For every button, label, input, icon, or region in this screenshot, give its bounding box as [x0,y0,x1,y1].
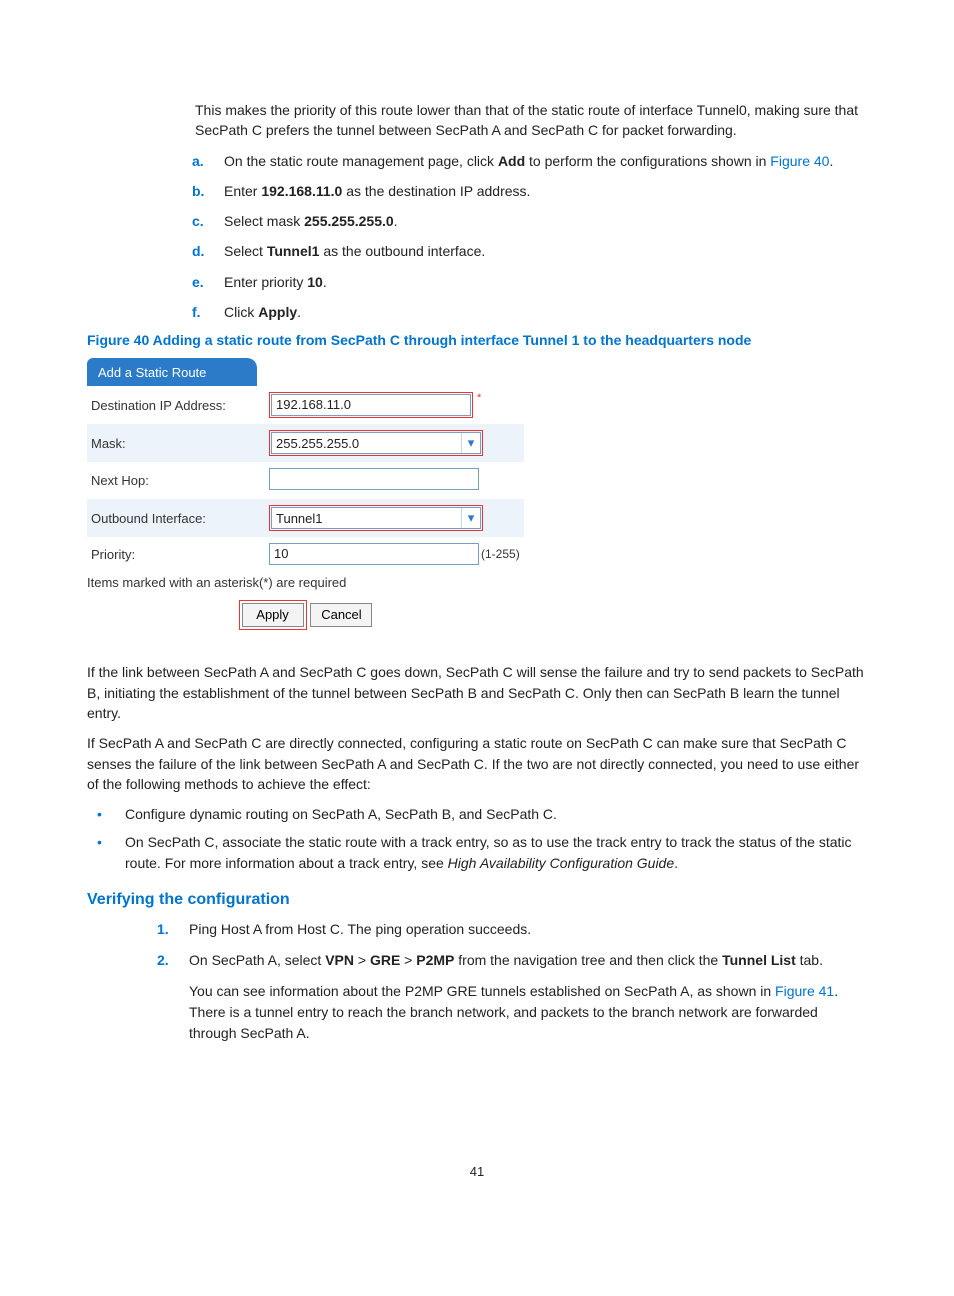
intro-paragraph: This makes the priority of this route lo… [195,100,867,141]
verify-1-text: Ping Host A from Host C. The ping operat… [189,921,531,937]
step-d-post: as the outbound interface. [319,243,485,259]
figure-41-link[interactable]: Figure 41 [775,983,834,999]
step-a-bold: Add [498,153,525,169]
step-d-bold: Tunnel1 [267,243,320,259]
verify-2-gre: GRE [370,952,400,968]
step-b-marker: b. [192,181,204,201]
mask-select[interactable]: 255.255.255.0 ▾ [271,432,481,454]
step-f-marker: f. [192,302,201,322]
chevron-down-icon: ▾ [461,433,480,453]
bullet-track-entry: On SecPath C, associate the static route… [97,832,867,873]
paragraph-link-down: If the link between SecPath A and SecPat… [87,662,867,723]
bullet-dynamic-routing: Configure dynamic routing on SecPath A, … [97,804,867,824]
verify-2-subpara: You can see information about the P2MP G… [189,981,867,1044]
form-screenshot: Add a Static Route Destination IP Addres… [87,358,524,630]
step-f-bold: Apply [258,304,297,320]
step-d-pre: Select [224,243,267,259]
step-c-bold: 255.255.255.0 [304,213,394,229]
verify-2-p2mp: P2MP [416,952,454,968]
chevron-down-icon: ▾ [461,508,480,528]
bullet2-post: . [674,855,678,871]
next-hop-input[interactable] [269,468,479,490]
figure-40-link[interactable]: Figure 40 [770,153,829,169]
verify-step-1: 1. Ping Host A from Host C. The ping ope… [157,919,867,940]
step-b-bold: 192.168.11.0 [261,183,342,199]
paragraph-direct-connect: If SecPath A and SecPath C are directly … [87,733,867,794]
verify-2-mid: from the navigation tree and then click … [454,952,722,968]
step-c: c. Select mask 255.255.255.0. [192,211,867,231]
destination-ip-input[interactable]: 192.168.11.0 [271,394,471,416]
label-next-hop: Next Hop: [87,462,265,499]
step-c-post: . [394,213,398,229]
label-outbound-interface: Outbound Interface: [87,499,265,537]
outbound-interface-select[interactable]: Tunnel1 ▾ [271,507,481,529]
step-f-post: . [297,304,301,320]
step-b: b. Enter 192.168.11.0 as the destination… [192,181,867,201]
verify-1-marker: 1. [157,919,169,940]
mask-value: 255.255.255.0 [276,436,359,451]
step-c-pre: Select mask [224,213,304,229]
step-c-marker: c. [192,211,204,231]
step-e-marker: e. [192,272,204,292]
label-priority: Priority: [87,537,265,571]
verify-2-tunnel: Tunnel List [722,952,796,968]
tab-add-static-route[interactable]: Add a Static Route [87,358,257,386]
verify-2-pre: On SecPath A, select [189,952,325,968]
apply-button[interactable]: Apply [242,603,304,627]
verify-2-post: tab. [796,952,823,968]
step-e: e. Enter priority 10. [192,272,867,292]
step-d: d. Select Tunnel1 as the outbound interf… [192,241,867,261]
verify-2-vpn: VPN [325,952,354,968]
step-a-end: . [829,153,833,169]
verify-step-2: 2. On SecPath A, select VPN > GRE > P2MP… [157,950,867,971]
verify-2-marker: 2. [157,950,169,971]
verify-steps: 1. Ping Host A from Host C. The ping ope… [157,919,867,971]
step-a: a. On the static route management page, … [192,151,867,171]
step-e-pre: Enter priority [224,274,307,290]
step-f: f. Click Apply. [192,302,867,322]
figure-caption: Figure 40 Adding a static route from Sec… [87,332,867,348]
cancel-button[interactable]: Cancel [310,603,372,627]
verify-heading: Verifying the configuration [87,891,867,909]
page-number: 41 [87,1164,867,1179]
bullet-list: Configure dynamic routing on SecPath A, … [97,804,867,873]
step-d-marker: d. [192,241,204,261]
step-a-pre: On the static route management page, cli… [224,153,498,169]
step-b-post: as the destination IP address. [342,183,530,199]
bullet2-italic: High Availability Configuration Guide [448,855,674,871]
verify-sub-pre: You can see information about the P2MP G… [189,983,775,999]
step-f-pre: Click [224,304,258,320]
required-note: Items marked with an asterisk(*) are req… [87,571,524,590]
outbound-value: Tunnel1 [276,511,323,526]
alpha-step-list: a. On the static route management page, … [192,151,867,323]
priority-input[interactable]: 10 [269,543,479,565]
step-a-marker: a. [192,151,204,171]
step-b-pre: Enter [224,183,261,199]
step-e-bold: 10 [307,274,323,290]
priority-range: (1-255) [481,547,520,561]
label-mask: Mask: [87,424,265,462]
form-table: Destination IP Address: 192.168.11.0 * M… [87,386,524,571]
step-e-post: . [323,274,327,290]
required-star-icon: * [477,392,481,404]
step-a-post: to perform the configurations shown in [525,153,770,169]
label-destination-ip: Destination IP Address: [87,386,265,424]
